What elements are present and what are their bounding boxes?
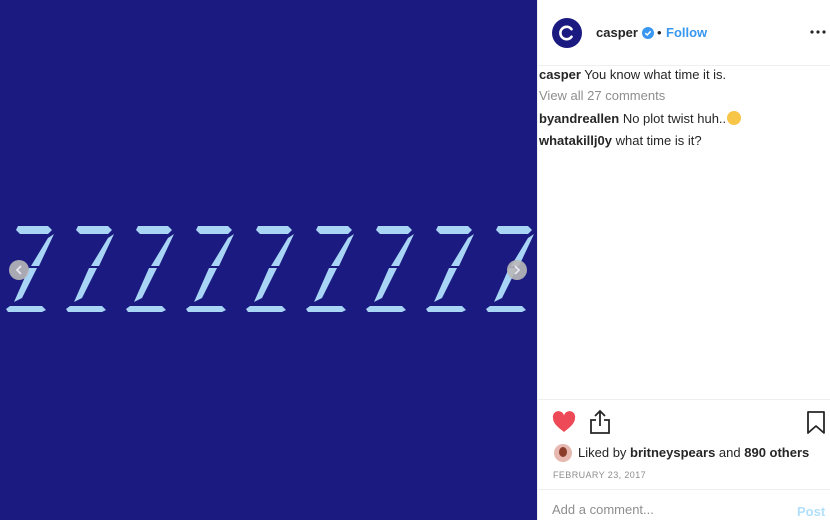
share-icon[interactable] <box>589 409 611 435</box>
z-glyph <box>426 226 474 312</box>
thinking-face-emoji-icon <box>727 111 742 125</box>
post-caption: casper You know what time it is. <box>539 67 726 82</box>
add-comment-bar: Post <box>538 489 830 521</box>
separator-dot: • <box>657 25 662 40</box>
z-glyph <box>246 226 294 312</box>
likes-text: Liked by britneyspears and 890 others <box>578 445 809 460</box>
comment-username[interactable]: byandreallen <box>539 111 619 126</box>
post-comment-button[interactable]: Post <box>797 504 825 519</box>
chevron-left-icon <box>15 265 22 275</box>
z-pattern-image <box>6 226 534 312</box>
caption-text: You know what time it is. <box>580 67 727 82</box>
post-actions: Liked by britneyspears and 890 others FE… <box>538 399 830 490</box>
next-slide-button[interactable] <box>507 260 527 280</box>
previous-slide-button[interactable] <box>9 260 29 280</box>
comment-item: byandreallen No plot twist huh.. <box>539 111 742 126</box>
view-all-comments-link[interactable]: View all 27 comments <box>539 88 665 103</box>
bookmark-icon[interactable] <box>806 411 826 435</box>
likes-prefix: Liked by <box>578 445 631 460</box>
z-glyph <box>186 226 234 312</box>
more-options-icon[interactable] <box>809 29 827 35</box>
post-date: FEBRUARY 23, 2017 <box>553 470 647 480</box>
z-glyph <box>366 226 414 312</box>
verified-badge-icon <box>642 27 654 39</box>
post-header: casper • Follow <box>538 0 830 66</box>
profile-avatar[interactable] <box>552 18 582 48</box>
like-heart-icon[interactable] <box>552 411 576 433</box>
likes-mid: and <box>715 445 745 460</box>
add-comment-input[interactable] <box>552 501 772 517</box>
caption-username[interactable]: casper <box>539 67 581 82</box>
z-glyph <box>306 226 354 312</box>
comment-username[interactable]: whatakillj0y <box>539 133 612 148</box>
post-details-panel: casper • Follow casper You know what tim… <box>537 0 830 520</box>
comment-text: what time is it? <box>611 133 702 148</box>
liker-username[interactable]: britneyspears <box>630 445 715 460</box>
chevron-right-icon <box>514 265 521 275</box>
z-glyph <box>66 226 114 312</box>
comment-item: whatakillj0y what time is it? <box>539 133 702 148</box>
likes-count-link[interactable]: 890 others <box>744 445 809 460</box>
casper-logo-icon <box>559 25 573 41</box>
post-username[interactable]: casper <box>596 25 638 40</box>
liker-avatar[interactable] <box>554 444 572 462</box>
comment-text: No plot twist huh.. <box>619 111 727 126</box>
follow-button[interactable]: Follow <box>666 25 707 40</box>
post-media[interactable] <box>0 0 537 520</box>
z-glyph <box>126 226 174 312</box>
